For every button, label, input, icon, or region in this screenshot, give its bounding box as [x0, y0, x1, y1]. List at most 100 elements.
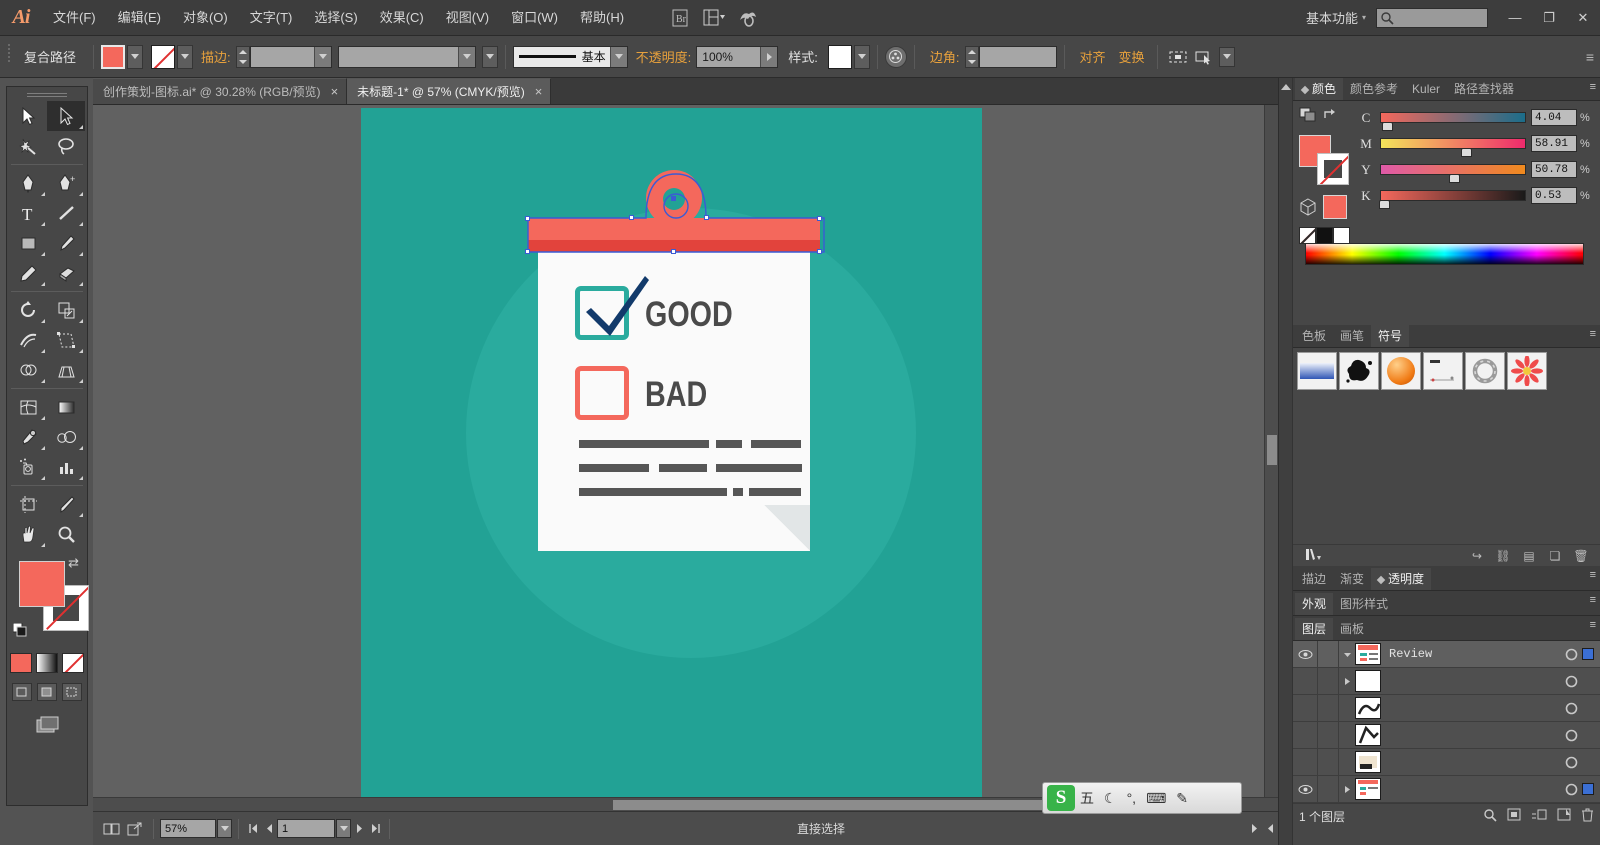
canvas-vertical-scrollbar[interactable] [1264, 105, 1278, 811]
color-cube-icon[interactable] [1299, 198, 1317, 216]
panel-menu-icon[interactable]: ≡ [1590, 329, 1596, 340]
chevron-right-icon[interactable] [1339, 677, 1355, 686]
lock-toggle[interactable] [1317, 694, 1339, 722]
zoom-tool[interactable] [47, 519, 85, 549]
new-layer-icon[interactable] [1557, 808, 1571, 825]
tab-appearance[interactable]: 外观 [1295, 593, 1334, 615]
text-line[interactable] [579, 440, 709, 448]
tab-brushes[interactable]: 画笔 [1333, 325, 1372, 347]
symbol-red-flower[interactable] [1507, 352, 1547, 390]
break-link-icon[interactable]: ⛓ [1490, 549, 1516, 563]
chevron-down-icon[interactable] [609, 46, 627, 67]
slider-thumb-m[interactable] [1460, 148, 1472, 157]
tools-panel-grip[interactable] [7, 87, 87, 99]
panel-menu-icon[interactable]: ≡ [1590, 595, 1596, 606]
share-icon[interactable] [123, 818, 147, 840]
menu-window[interactable]: 窗口(W) [500, 0, 569, 36]
symbol-libraries-icon[interactable] [1299, 548, 1325, 564]
line-segment-tool[interactable] [47, 198, 85, 228]
hand-tool[interactable] [9, 519, 47, 549]
sogou-logo-icon[interactable]: S [1047, 785, 1075, 811]
zoom-level-input[interactable]: 57% [160, 819, 216, 838]
slice-tool[interactable] [47, 489, 85, 519]
menu-select[interactable]: 选择(S) [303, 0, 368, 36]
dock-collapse-rail[interactable] [1279, 78, 1293, 845]
stroke-swatch-dropdown[interactable] [177, 44, 194, 69]
search-input[interactable] [1376, 7, 1488, 28]
anchor-point[interactable] [525, 216, 530, 221]
chevron-down-icon[interactable] [313, 46, 331, 67]
anchor-point[interactable] [629, 215, 634, 220]
workspace-selector[interactable]: 基本功能 [1302, 8, 1362, 27]
symbol-options-icon[interactable]: ▤ [1516, 549, 1542, 563]
isolate-selection-icon[interactable] [1165, 45, 1191, 69]
select-similar-dropdown[interactable] [1218, 46, 1235, 67]
paintbrush-tool[interactable] [47, 228, 85, 258]
symbol-ink-splat[interactable] [1339, 352, 1379, 390]
new-sublayer-icon[interactable] [1531, 808, 1547, 825]
last-artboard-icon[interactable] [367, 819, 383, 839]
layer-row-sublayer-4[interactable] [1293, 748, 1600, 776]
target-indicator-icon[interactable] [1560, 648, 1582, 661]
tab-pathfinder[interactable]: 路径查找器 [1447, 78, 1522, 100]
scale-tool[interactable] [47, 295, 85, 325]
place-symbol-instance-icon[interactable]: ↪ [1464, 549, 1490, 563]
blob-brush-tool[interactable] [47, 258, 85, 288]
color-spectrum-bar[interactable] [1305, 243, 1584, 265]
draw-normal-button[interactable] [12, 683, 32, 701]
control-bar-grip[interactable] [4, 42, 14, 72]
slider-m[interactable] [1380, 138, 1526, 157]
text-line[interactable] [716, 440, 742, 448]
layer-name[interactable]: Review [1381, 647, 1560, 661]
lock-toggle[interactable] [1317, 721, 1339, 749]
lasso-tool[interactable] [47, 131, 85, 161]
corner-radius-stepper[interactable] [964, 45, 979, 68]
menu-view[interactable]: 视图(V) [435, 0, 500, 36]
text-line[interactable] [579, 488, 727, 496]
menu-type[interactable]: 文字(T) [239, 0, 304, 36]
eye-icon[interactable] [1293, 784, 1317, 795]
ime-toolbox-icon[interactable]: ✎ [1171, 790, 1193, 807]
rectangle-tool[interactable] [9, 228, 47, 258]
window-minimize-button[interactable]: — [1498, 0, 1532, 36]
first-artboard-icon[interactable] [245, 819, 261, 839]
swatch-white[interactable] [1333, 227, 1350, 244]
expand-panels-icon[interactable] [1280, 84, 1291, 90]
layer-row-review[interactable]: Review [1293, 640, 1600, 668]
color-proxy-icon[interactable] [1299, 107, 1317, 123]
select-similar-objects-icon[interactable] [1191, 45, 1217, 69]
menu-edit[interactable]: 编辑(E) [107, 0, 172, 36]
eye-icon[interactable] [1293, 649, 1317, 660]
value-y[interactable]: 50.78 [1531, 161, 1577, 178]
color-mode-button[interactable] [10, 653, 32, 673]
hscroll-left-icon[interactable] [1262, 819, 1278, 839]
free-transform-tool[interactable] [47, 325, 85, 355]
layer-selection-square[interactable] [1582, 783, 1594, 795]
tab-layers[interactable]: 图层 [1295, 618, 1334, 640]
tab-color[interactable]: 颜色 [1295, 78, 1344, 100]
ime-moon-icon[interactable]: ☾ [1099, 790, 1122, 807]
artboard-tool[interactable] [9, 489, 47, 519]
layer-selection-square[interactable] [1582, 648, 1594, 660]
panel-menu-icon[interactable]: ≡ [1590, 570, 1596, 581]
scrollbar-thumb[interactable] [1267, 435, 1277, 465]
slider-k[interactable] [1378, 190, 1526, 209]
slider-thumb-y[interactable] [1449, 174, 1461, 183]
pen-tool[interactable] [9, 168, 47, 198]
opacity-label[interactable]: 不透明度: [628, 47, 697, 66]
tab-color-guide[interactable]: 颜色参考 [1343, 78, 1406, 100]
checkmark-icon[interactable] [583, 274, 653, 344]
artboard[interactable]: GOOD BAD [361, 108, 982, 806]
tab-gradient[interactable]: 渐变 [1333, 568, 1372, 590]
pencil-tool[interactable] [9, 258, 47, 288]
document-tab-1[interactable]: 创作策划-图标.ai* @ 30.28% (RGB/预览) × [93, 78, 348, 104]
chevron-down-icon[interactable] [457, 46, 475, 67]
anchor-point[interactable] [525, 249, 530, 254]
fill-color-swatch[interactable] [101, 44, 126, 69]
ime-keyboard-icon[interactable]: ⌨ [1141, 790, 1171, 807]
swap-fill-stroke-icon[interactable]: ⇄ [68, 555, 79, 571]
menu-file[interactable]: 文件(F) [42, 0, 107, 36]
make-mask-icon[interactable] [1507, 808, 1521, 825]
layer-row-sublayer-1[interactable] [1293, 667, 1600, 695]
panel-menu-icon[interactable]: ≡ [1590, 620, 1596, 631]
